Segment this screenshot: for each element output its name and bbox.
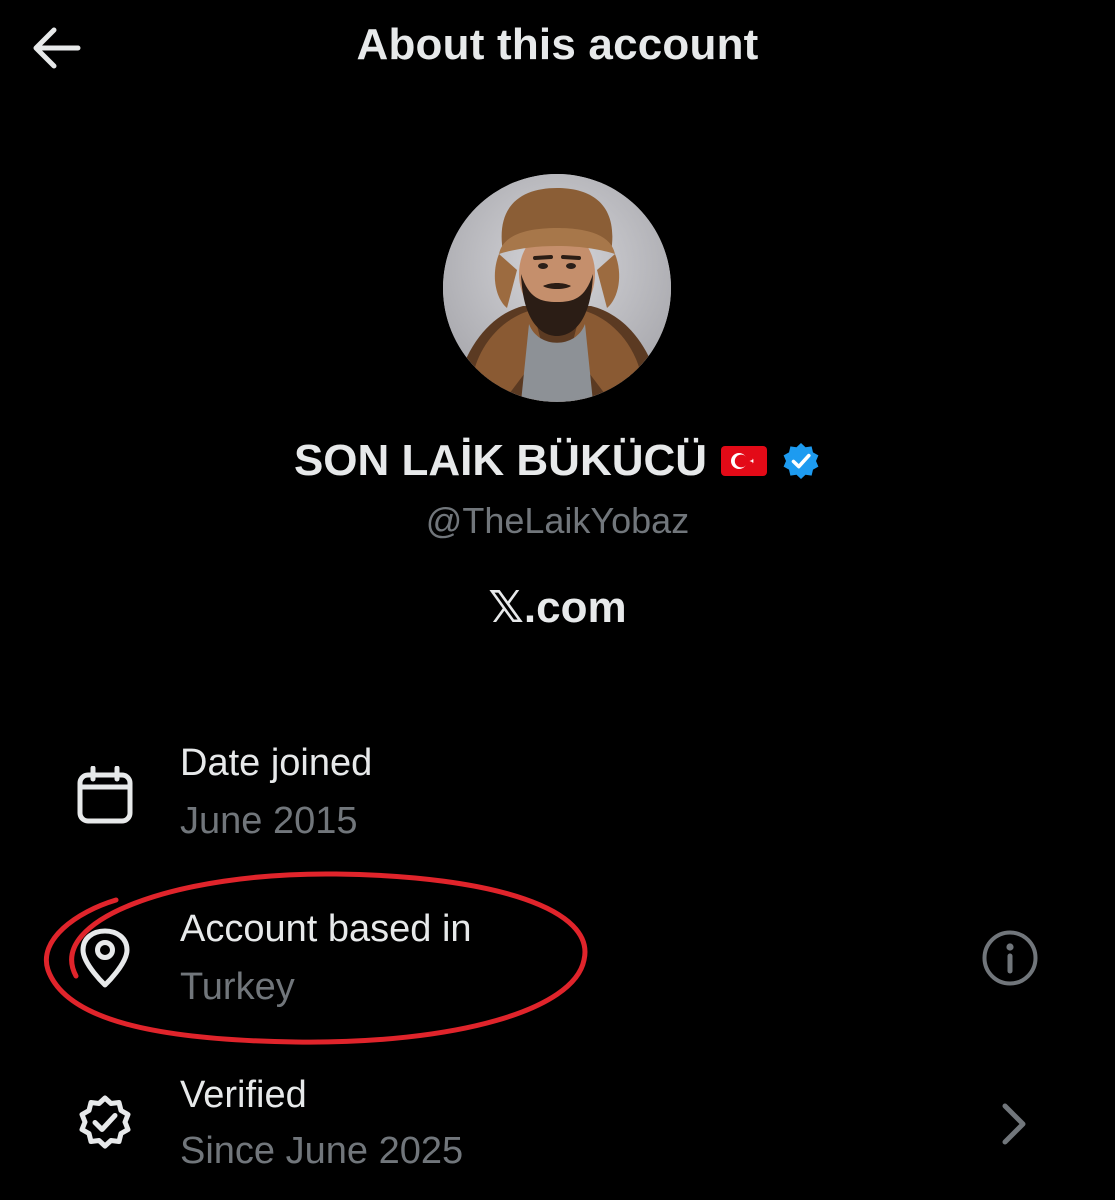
turkey-flag-icon — [721, 446, 768, 476]
username-handle: @TheLaikYobaz — [425, 500, 690, 541]
verified-check-icon — [79, 1095, 131, 1149]
avatar[interactable] — [443, 174, 671, 402]
calendar-icon — [77, 766, 133, 824]
verified-value: Since June 2025 — [180, 1130, 464, 1172]
display-name-row: SON LAİK BÜKÜCÜ — [0, 436, 1115, 486]
highlight-circle-annotation — [43, 871, 588, 1045]
detail-row-verified[interactable]: Verified Since June 2025 — [0, 1060, 1115, 1200]
site-label: 𝕏.com — [488, 583, 627, 632]
info-icon[interactable] — [980, 928, 1040, 988]
chevron-right-icon[interactable] — [995, 1102, 1031, 1146]
date-joined-value: June 2015 — [180, 800, 358, 842]
display-name: SON LAİK BÜKÜCÜ — [293, 436, 708, 485]
detail-row-date-joined: Date joined June 2015 — [0, 730, 1115, 860]
verified-badge-icon[interactable] — [781, 441, 821, 481]
page-title: About this account — [356, 20, 759, 69]
verified-title: Verified — [180, 1074, 307, 1116]
date-joined-title: Date joined — [180, 742, 373, 784]
